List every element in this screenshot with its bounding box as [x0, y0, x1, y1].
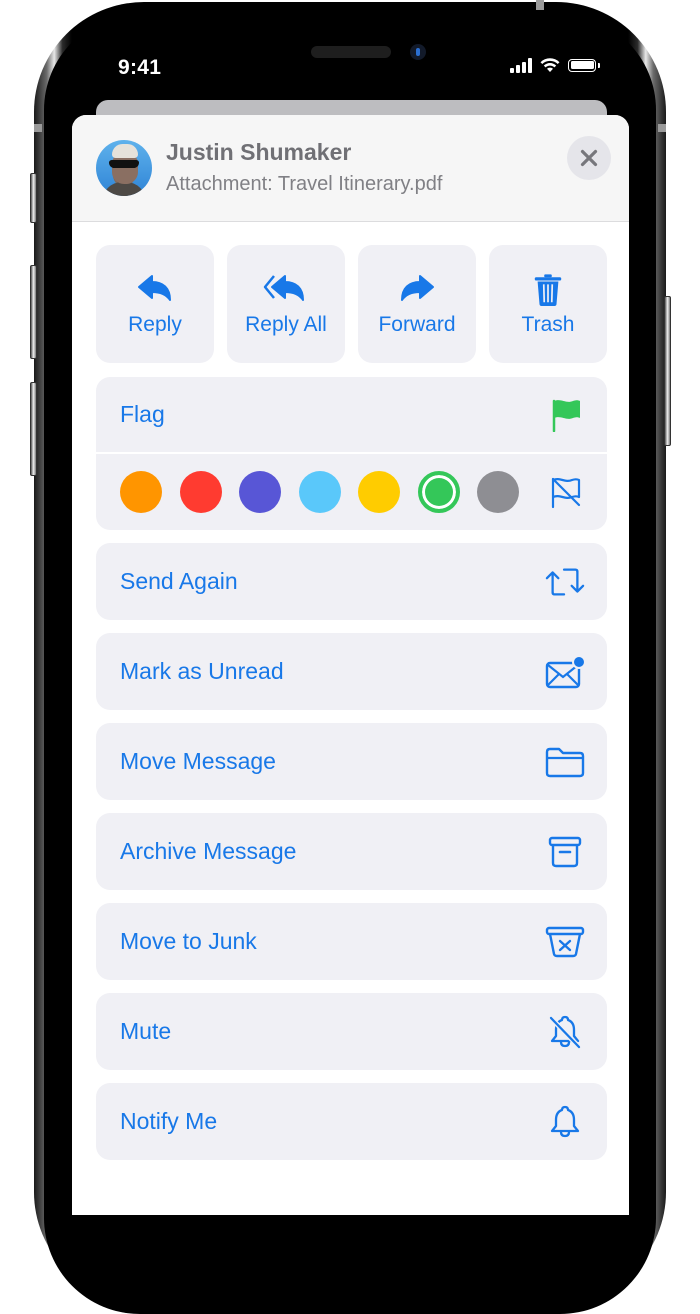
reply-button[interactable]: Reply — [96, 245, 214, 363]
reply-all-label: Reply All — [245, 313, 327, 336]
forward-icon — [401, 275, 434, 301]
folder-icon — [545, 747, 585, 777]
flag-color-gray[interactable] — [477, 471, 519, 513]
bell-slash-icon — [549, 1015, 581, 1049]
antenna-band — [536, 0, 544, 10]
flag-color-red[interactable] — [179, 471, 222, 513]
move-message-label: Move Message — [120, 748, 276, 774]
power-button — [664, 296, 671, 446]
send-again-button[interactable]: Send Again — [96, 543, 607, 620]
archive-message-button[interactable]: Archive Message — [96, 813, 607, 890]
reply-all-icon — [263, 275, 304, 301]
send-again-icon — [545, 567, 585, 596]
volume-down-button — [30, 382, 37, 476]
flag-button[interactable]: Flag — [96, 377, 607, 454]
wifi-icon — [540, 58, 560, 72]
forward-label: Forward — [378, 313, 456, 336]
flag-color-yellow[interactable] — [358, 471, 400, 513]
unflag-icon[interactable] — [549, 475, 583, 509]
quick-actions: Reply Reply All Forward Trash — [96, 245, 607, 363]
notify-me-label: Notify Me — [120, 1108, 218, 1134]
flag-color-orange[interactable] — [120, 471, 162, 513]
move-to-junk-button[interactable]: Move to Junk — [96, 903, 607, 980]
action-sheet: Justin Shumaker Attachment: Travel Itine… — [72, 115, 629, 1215]
flag-icon — [552, 399, 580, 432]
archive-message-label: Archive Message — [120, 838, 297, 864]
flag-colors — [96, 454, 607, 530]
mute-button[interactable]: Mute — [96, 993, 607, 1070]
trash-icon — [534, 274, 562, 307]
signal-icon — [510, 57, 532, 73]
reply-label: Reply — [128, 313, 182, 336]
flag-label: Flag — [120, 401, 165, 427]
trash-button[interactable]: Trash — [489, 245, 607, 363]
reply-all-button[interactable]: Reply All — [227, 245, 345, 363]
antenna-band — [34, 124, 42, 132]
flag-color-green[interactable] — [417, 471, 460, 513]
close-icon — [580, 149, 598, 167]
message-subject: Attachment: Travel Itinerary.pdf — [166, 173, 443, 195]
move-to-junk-label: Move to Junk — [120, 928, 257, 954]
battery-icon — [568, 58, 600, 72]
mute-label: Mute — [120, 1018, 172, 1044]
sheet-header: Justin Shumaker Attachment: Travel Itine… — [72, 115, 629, 222]
archive-icon — [548, 836, 582, 867]
status-time: 9:41 — [118, 56, 162, 79]
avatar — [96, 140, 152, 196]
mark-as-unread-button[interactable]: Mark as Unread — [96, 633, 607, 710]
trash-label: Trash — [521, 313, 575, 336]
bell-icon — [550, 1105, 580, 1137]
silent-switch — [30, 173, 37, 223]
junk-icon — [545, 926, 585, 957]
flag-color-purple[interactable] — [239, 471, 281, 513]
forward-button[interactable]: Forward — [358, 245, 476, 363]
move-message-button[interactable]: Move Message — [96, 723, 607, 800]
flag-color-blue[interactable] — [298, 471, 341, 513]
mark-as-unread-label: Mark as Unread — [120, 658, 284, 684]
front-camera — [410, 44, 426, 60]
flag-group: Flag — [96, 377, 607, 530]
status-icons — [510, 57, 600, 73]
send-again-label: Send Again — [120, 568, 238, 594]
notify-me-button[interactable]: Notify Me — [96, 1083, 607, 1160]
earpiece-speaker — [311, 46, 391, 58]
sender-name: Justin Shumaker — [166, 139, 352, 165]
reply-icon — [138, 275, 171, 301]
close-button[interactable] — [567, 136, 611, 180]
volume-up-button — [30, 265, 37, 359]
antenna-band — [658, 124, 666, 132]
mark-unread-icon — [545, 654, 585, 688]
